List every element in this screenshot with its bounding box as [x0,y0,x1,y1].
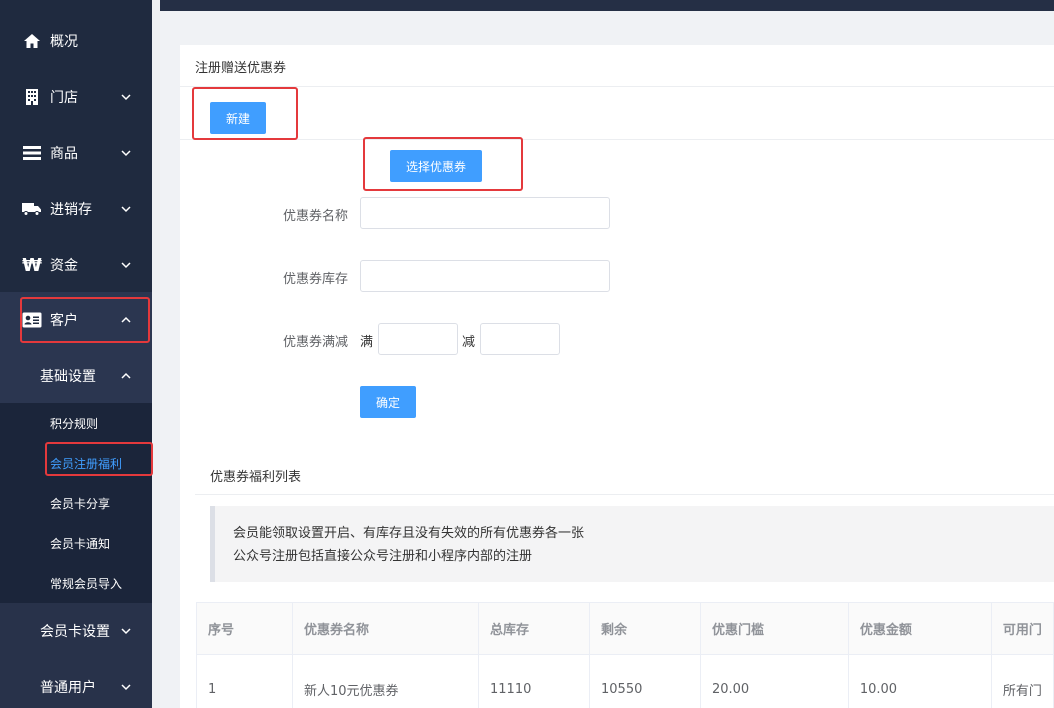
menu-lines-icon [22,143,42,163]
sidebar-sub-label: 会员卡设置 [40,624,110,640]
sidebar-item-label: 客户 [50,313,78,329]
cell-amount: 10.00 [847,654,992,708]
sidebar-item-inventory[interactable]: 进销存 [0,181,152,237]
chevron-down-icon [121,262,131,269]
col-threshold: 优惠门槛 [699,602,849,655]
sidebar-leaf-label: 会员注册福利 [50,456,123,471]
sidebar-leaf-label: 积分规则 [50,416,99,431]
sidebar-item-label: 资金 [50,258,78,274]
coupon-table: 序号 优惠券名称 总库存 剩余 优惠门槛 优惠金额 可用门 1 新人10元优惠券… [196,602,1054,708]
threshold-full-input[interactable] [378,323,458,355]
sidebar-sub-normal-user[interactable]: 普通用户 [0,659,152,708]
coupon-name-input[interactable] [360,197,610,229]
sidebar-leaf-card-share[interactable]: 会员卡分享 [0,483,152,523]
full-text: 满 [360,335,374,350]
notice-box: 会员能领取设置开启、有库存且没有失效的所有优惠券各一张 公众号注册包括直接公众号… [210,506,1054,582]
select-coupon-button[interactable]: 选择优惠券 [390,150,482,182]
coupon-stock-label: 优惠券库存 [282,272,348,287]
top-bar [160,0,1054,11]
sidebar-leaf-label: 常规会员导入 [50,576,123,591]
confirm-button[interactable]: 确定 [360,386,416,418]
chevron-down-icon [121,628,131,635]
chevron-down-icon [121,94,131,101]
divider [195,494,1054,495]
sidebar-leaf-label: 会员卡分享 [50,496,111,511]
sidebar-sub-basic-settings[interactable]: 基础设置 [0,348,152,404]
cell-remaining: 10550 [589,654,701,708]
id-card-icon [22,310,42,330]
chevron-up-icon [121,372,131,379]
coupon-name-label: 优惠券名称 [282,209,348,224]
sidebar-item-goods[interactable]: 商品 [0,125,152,181]
minus-text: 减 [462,335,476,350]
cell-index: 1 [196,654,293,708]
col-remaining: 剩余 [589,602,701,655]
divider [180,86,1054,87]
sidebar-item-label: 商品 [50,146,78,162]
threshold-minus-input[interactable] [480,323,560,355]
col-available-store: 可用门 [990,602,1054,655]
notice-line: 公众号注册包括直接公众号注册和小程序内部的注册 [233,549,533,564]
table-row[interactable]: 1 新人10元优惠券 11110 10550 20.00 10.00 所有门 [196,654,1054,708]
sidebar-leaf-points-rules[interactable]: 积分规则 [0,403,152,443]
cell-total-stock: 11110 [478,654,590,708]
sidebar-leaf-label: 会员卡通知 [50,536,111,551]
cell-threshold: 20.00 [699,654,849,708]
col-index: 序号 [196,602,293,655]
divider [180,139,1054,140]
home-icon [22,31,42,51]
col-total-stock: 总库存 [478,602,590,655]
sidebar-sub-label: 普通用户 [40,680,96,696]
col-coupon-name: 优惠券名称 [291,602,480,655]
cell-coupon-name: 新人10元优惠券 [291,654,480,708]
sidebar-leaf-card-notice[interactable]: 会员卡通知 [0,523,152,563]
truck-icon [22,199,42,219]
new-button[interactable]: 新建 [210,102,266,134]
building-icon [22,87,42,107]
sidebar-item-label: 门店 [50,90,78,106]
sidebar: 概况 门店 商品 进销存 ₩ 资金 客户 基础设置 积分规则 会员注册福利 会员… [0,0,152,708]
sidebar-item-overview[interactable]: 概况 [0,13,152,69]
sidebar-leaf-member-import[interactable]: 常规会员导入 [0,563,152,603]
chevron-down-icon [121,206,131,213]
chevron-down-icon [121,150,131,157]
cell-available-store: 所有门 [990,654,1054,708]
col-amount: 优惠金额 [847,602,992,655]
sidebar-sub-label: 基础设置 [40,369,96,385]
notice-line: 会员能领取设置开启、有库存且没有失效的所有优惠券各一张 [233,526,585,541]
sidebar-item-customer[interactable]: 客户 [0,292,152,348]
coupon-threshold-label: 优惠券满减 [282,335,348,350]
list-title: 优惠券福利列表 [210,470,302,485]
sidebar-item-store[interactable]: 门店 [0,69,152,125]
chevron-down-icon [121,684,131,691]
won-icon: ₩ [22,254,42,276]
sidebar-item-funds[interactable]: ₩ 资金 [0,237,152,293]
coupon-stock-input[interactable] [360,260,610,292]
chevron-up-icon [121,316,131,323]
sidebar-leaf-member-register-benefit[interactable]: 会员注册福利 [0,443,152,483]
sidebar-item-label: 概况 [50,34,78,50]
sidebar-sub-member-card-settings[interactable]: 会员卡设置 [0,603,152,659]
sidebar-divider [152,0,160,708]
page-title: 注册赠送优惠券 [195,61,287,76]
table-header-row: 序号 优惠券名称 总库存 剩余 优惠门槛 优惠金额 可用门 [196,602,1054,655]
sidebar-item-label: 进销存 [50,202,92,218]
